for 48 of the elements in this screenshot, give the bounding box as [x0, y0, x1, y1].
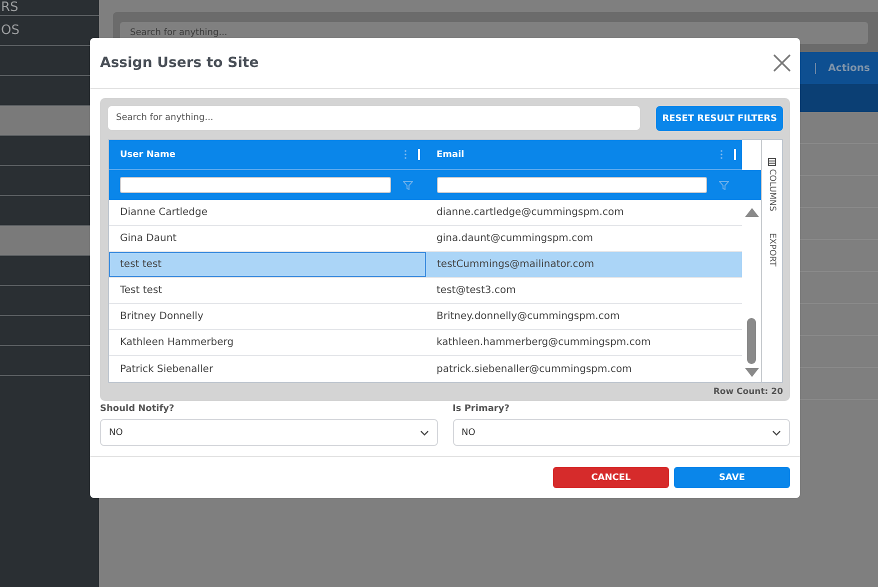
side-tab[interactable]: COLUMNS: [767, 158, 777, 212]
column-menu-icon[interactable]: [404, 150, 406, 159]
table-cell-text: dianne.cartledge@cummingspm.com: [436, 206, 625, 220]
table-cell-text: Britney Donnelly: [119, 310, 204, 324]
table-cell-text: patrick.siebenaller@cummingspm.com: [436, 362, 633, 376]
close-icon[interactable]: [773, 54, 791, 72]
column-menu-icon[interactable]: [720, 150, 723, 159]
scroll-down-icon[interactable]: [744, 368, 758, 377]
scroll-up-icon[interactable]: [744, 208, 758, 217]
table-row[interactable]: Britney Donnelly Britney.donnelly@cummingspm.com: [109, 304, 742, 330]
table-cell-text: test@test3.com: [436, 284, 517, 298]
table-row[interactable]: Kathleen Hammerberg kathleen.hammerberg@cummingspm.com: [109, 330, 742, 356]
table-cell-text: Britney.donnelly@cummingspm.com: [436, 310, 621, 324]
table-row[interactable]: Patrick Siebenaller patrick.siebenaller@cummingspm.com: [109, 356, 742, 382]
chevron-down-icon: [772, 430, 781, 436]
dropdown[interactable]: NO: [100, 419, 438, 446]
field-label: Is Primary?: [452, 404, 510, 414]
sidebar-item[interactable]: OS: [1, 23, 20, 38]
row-count: Row Count: 20: [713, 387, 783, 397]
table-cell-text: Gina Daunt: [119, 232, 178, 246]
table-cell-text: Dianne Cartledge: [119, 206, 209, 220]
dialog-title: Assign Users to Site: [100, 55, 259, 71]
save-button[interactable]: SAVE: [674, 467, 790, 488]
table-row[interactable]: Dianne Cartledge dianne.cartledge@cummingspm.com: [109, 200, 742, 226]
table-cell-text: Patrick Siebenaller: [119, 362, 214, 376]
filter-field[interactable]: [120, 177, 390, 193]
side-tab[interactable]: EXPORT: [767, 233, 777, 267]
reset-filters-button[interactable]: RESET RESULT FILTERS: [656, 106, 783, 131]
table-cell-text: Kathleen Hammerberg: [119, 336, 235, 350]
chevron-down-icon: [420, 430, 428, 436]
column-header[interactable]: Email: [436, 150, 720, 160]
table-cell-text: Test test: [119, 284, 164, 298]
columns-icon: [768, 158, 776, 166]
column-header[interactable]: User Name: [120, 150, 404, 160]
table-row[interactable]: Test test test@test3.com: [109, 278, 742, 304]
sidebar-item[interactable]: RS: [1, 0, 18, 15]
field-label: Should Notify?: [100, 404, 176, 414]
table-cell-text: kathleen.hammerberg@cummingspm.com: [436, 336, 652, 350]
filter-field[interactable]: [436, 177, 707, 193]
dropdown[interactable]: NO: [452, 419, 790, 446]
table-row[interactable]: test test testCummings@mailinator.com: [109, 252, 742, 278]
column-header: Actions: [815, 62, 870, 74]
table-cell-text: testCummings@mailinator.com: [436, 258, 596, 272]
scrollbar-thumb[interactable]: [747, 318, 756, 364]
search-field[interactable]: Search for anything...: [108, 106, 640, 130]
table-cell-text: gina.daunt@cummingspm.com: [436, 232, 594, 246]
cancel-button[interactable]: CANCEL: [553, 467, 669, 488]
table-cell: test test: [109, 252, 426, 277]
